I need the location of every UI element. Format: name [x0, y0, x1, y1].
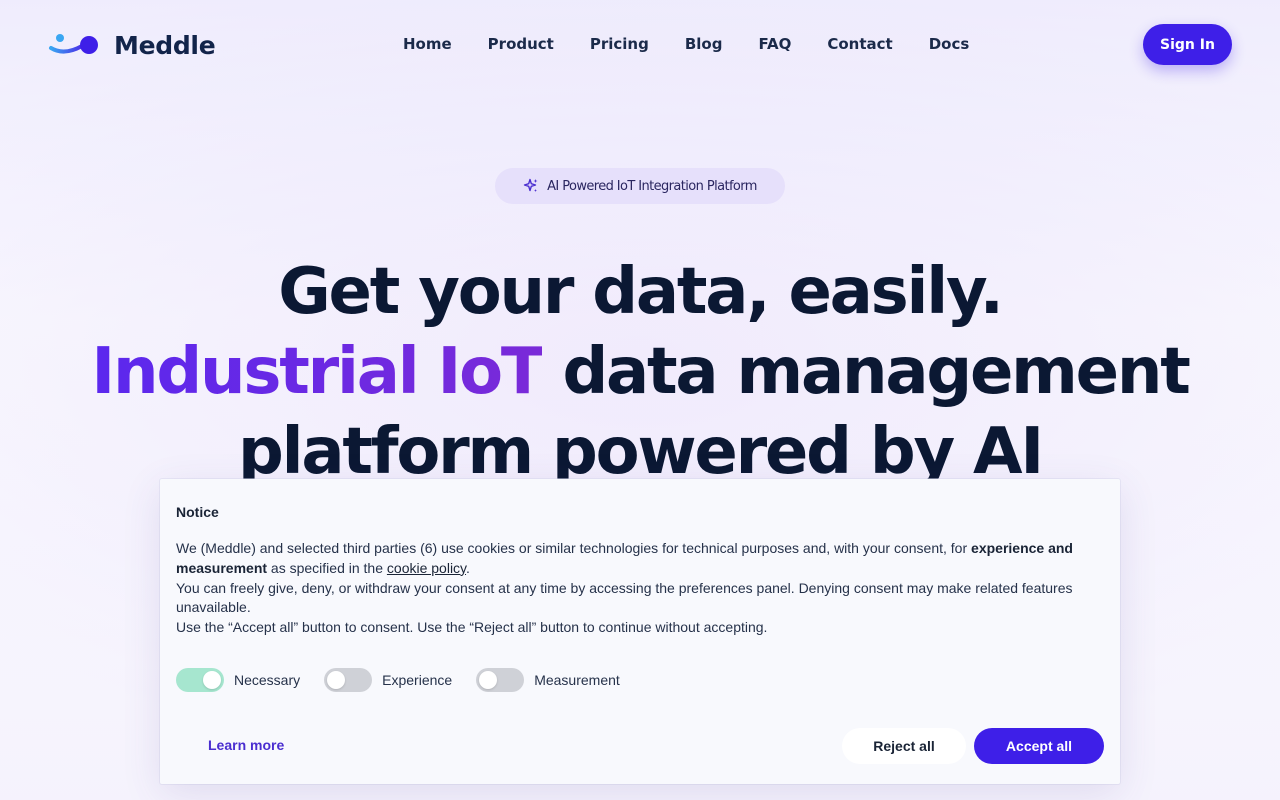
nav-link-home[interactable]: Home [403, 34, 452, 54]
experience-toggle-label: Experience [382, 672, 453, 688]
hero-headline-highlight: Industrial IoT [91, 335, 544, 409]
measurement-toggle-label: Measurement [534, 672, 620, 688]
necessary-toggle-label: Necessary [234, 672, 301, 688]
cookie-paragraph-2: You can freely give, deny, or withdraw y… [176, 579, 1073, 616]
top-navigation: Meddle Home Product Pricing Blog FAQ Con… [0, 0, 1280, 88]
cookie-p1-end: . [466, 559, 470, 576]
reject-all-button[interactable]: Reject all [842, 728, 966, 764]
meddle-logo-icon [49, 34, 98, 54]
toggle-measurement: Measurement [476, 668, 620, 692]
cookie-notice-title: Notice [176, 504, 219, 520]
cookie-consent-banner: Notice We (Meddle) and selected third pa… [160, 479, 1120, 784]
hero-headline-line-2-rest: data management [542, 335, 1190, 409]
cookie-policy-link[interactable]: cookie policy [387, 560, 466, 576]
hero-headline: Get your data, easily. Industrial IoT da… [0, 252, 1280, 492]
measurement-toggle-switch[interactable] [476, 668, 525, 692]
cookie-paragraph-3: Use the “Accept all” button to consent. … [176, 619, 768, 636]
sparkles-icon [523, 178, 538, 192]
experience-toggle-switch[interactable] [324, 668, 373, 692]
necessary-toggle-switch[interactable] [176, 668, 224, 692]
cookie-p1-text: We (Meddle) and selected third parties (… [176, 540, 972, 556]
toggle-necessary: Necessary [176, 668, 300, 692]
hero-badge: AI Powered IoT Integration Platform [495, 168, 785, 204]
cookie-preference-toggles: Necessary Experience Measurement [176, 668, 644, 692]
cookie-p1-mid: as specified in the [267, 559, 387, 576]
nav-link-pricing[interactable]: Pricing [590, 34, 649, 54]
main-menu: Home Product Pricing Blog FAQ Contact Do… [403, 34, 969, 54]
nav-link-faq[interactable]: FAQ [758, 34, 791, 54]
toggle-knob [327, 671, 346, 689]
brand-logo-link[interactable]: Meddle [48, 28, 216, 62]
learn-more-link[interactable]: Learn more [208, 737, 284, 753]
hero-headline-line-2: Industrial IoT data management [0, 332, 1280, 412]
toggle-knob [479, 671, 498, 689]
hero-headline-line-1: Get your data, easily. [278, 255, 1004, 329]
cookie-paragraph-1: We (Meddle) and selected third parties (… [176, 539, 1086, 579]
nav-link-contact[interactable]: Contact [827, 34, 892, 54]
toggle-knob [203, 671, 221, 689]
sign-in-button[interactable]: Sign In [1143, 24, 1232, 65]
brand-name: Meddle [114, 30, 216, 60]
cookie-notice-body: We (Meddle) and selected third parties (… [176, 539, 1086, 638]
accept-all-button[interactable]: Accept all [974, 728, 1104, 764]
nav-link-docs[interactable]: Docs [929, 34, 970, 54]
nav-link-blog[interactable]: Blog [685, 34, 723, 54]
hero-badge-text: AI Powered IoT Integration Platform [547, 178, 757, 194]
nav-link-product[interactable]: Product [488, 34, 554, 54]
toggle-experience: Experience [324, 668, 452, 692]
